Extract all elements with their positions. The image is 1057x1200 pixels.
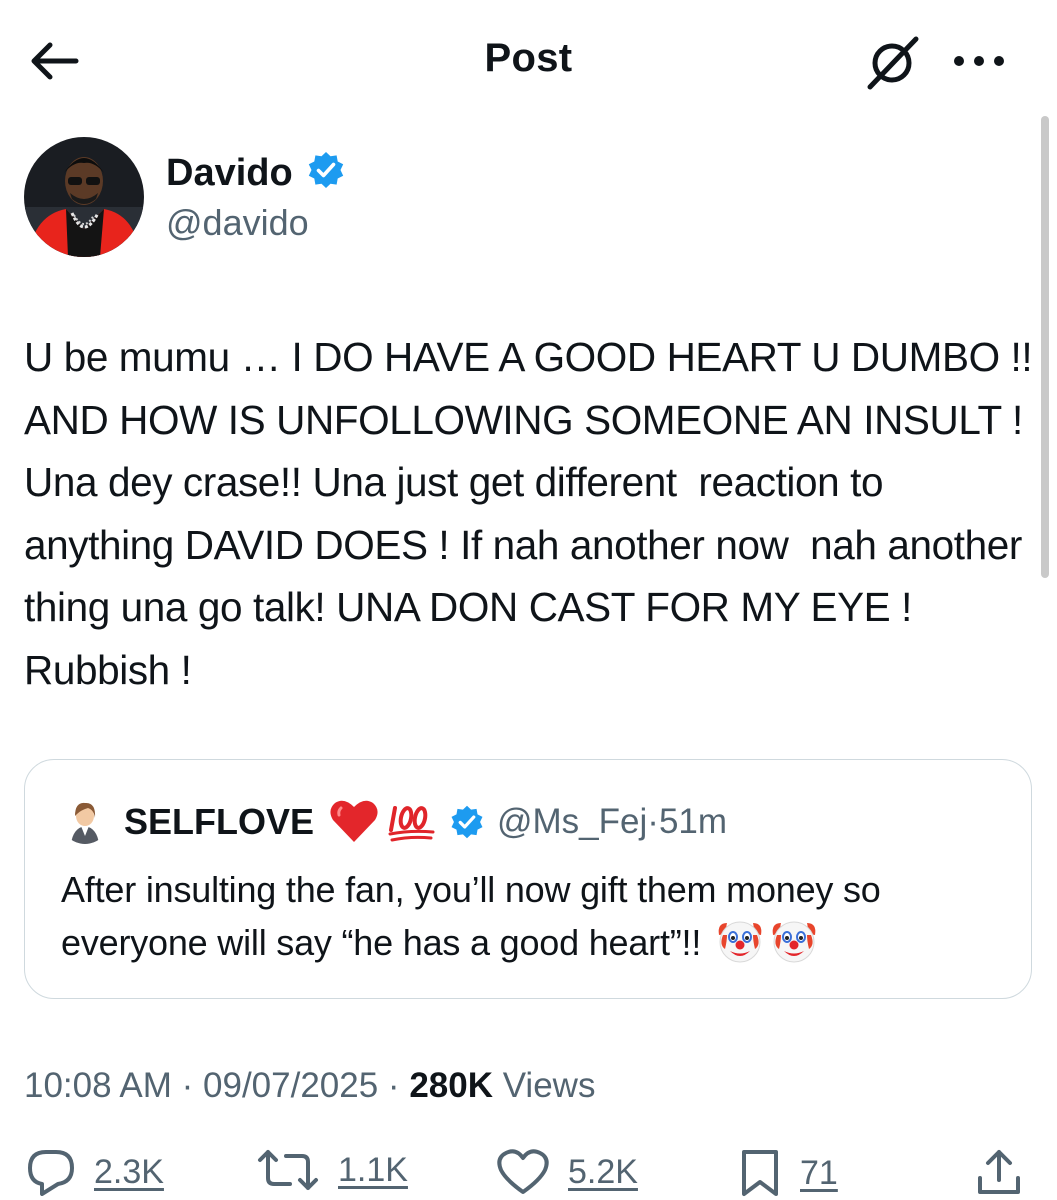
quote-avatar[interactable] — [61, 796, 109, 844]
repost-button[interactable]: 1.1K — [256, 1148, 408, 1192]
quote-author-handle: @Ms_Fej — [497, 802, 648, 841]
grok-icon — [867, 36, 919, 90]
post-date[interactable]: 09/07/2025 — [203, 1066, 378, 1105]
grok-button[interactable] — [862, 32, 924, 92]
bookmark-icon — [742, 1150, 778, 1196]
repost-count: 1.1K — [338, 1150, 408, 1189]
share-button[interactable] — [974, 1148, 1024, 1198]
quote-author-name: SELFLOVE — [124, 801, 315, 842]
views-count[interactable]: 280K — [409, 1066, 493, 1105]
views-label: Views — [502, 1066, 596, 1105]
reply-button[interactable]: 2.3K — [26, 1148, 164, 1196]
top-bar: Post — [0, 0, 1057, 120]
post-detail-page: Post Davido @davido U be mumu … I DO HAV… — [0, 0, 1057, 1200]
scrollbar[interactable] — [1041, 116, 1049, 578]
avatar[interactable] — [24, 137, 144, 257]
quote-meta: @Ms_Fej·51m — [497, 802, 727, 842]
action-bar: 2.3K 1.1K 5.2K 71 — [0, 1148, 1057, 1200]
heart-emoji-icon — [330, 800, 378, 842]
quote-separator: · — [647, 802, 659, 841]
hundred-points-emoji-icon — [388, 806, 435, 842]
like-count: 5.2K — [568, 1152, 638, 1191]
more-button[interactable] — [944, 36, 1014, 86]
author-name[interactable]: Davido — [166, 152, 293, 195]
bookmark-button[interactable]: 71 — [738, 1148, 838, 1198]
verified-badge-icon — [308, 152, 344, 188]
share-icon — [978, 1150, 1020, 1194]
like-icon — [497, 1149, 549, 1194]
quoted-post-card[interactable]: SELFLOVE @Ms_Fej·51m After insulting the… — [24, 759, 1032, 999]
post-text: U be mumu … I DO HAVE A GOOD HEART U DUM… — [24, 334, 1041, 693]
quote-timestamp[interactable]: 51m — [659, 802, 727, 841]
clown-face-emoji-icon — [718, 921, 762, 963]
reply-count: 2.3K — [94, 1152, 164, 1191]
repost-icon — [258, 1150, 318, 1190]
like-button[interactable]: 5.2K — [496, 1148, 638, 1196]
meta-separator: · — [387, 1066, 400, 1105]
bookmark-count: 71 — [800, 1153, 838, 1192]
reply-icon — [28, 1150, 74, 1196]
meta-separator: · — [181, 1066, 194, 1105]
verified-badge-icon — [451, 805, 483, 839]
post-time[interactable]: 10:08 AM — [24, 1066, 172, 1105]
clown-face-emoji-icon — [772, 921, 816, 963]
more-horizontal-icon — [954, 56, 1004, 66]
author-handle[interactable]: @davido — [166, 202, 309, 244]
post-meta: 10:08 AM · 09/07/2025 · 280K Views — [24, 1066, 595, 1106]
quote-text: After insulting the fan, you’ll now gift… — [61, 864, 1001, 968]
